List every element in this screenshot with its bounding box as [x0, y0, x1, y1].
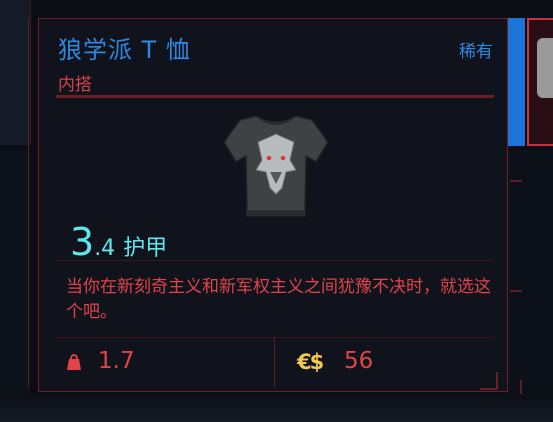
inventory-slot-adjacent[interactable] [527, 18, 553, 146]
decor-tick [510, 290, 522, 292]
armor-stat: 3.4 护甲 [70, 220, 167, 264]
background-left-panel [0, 0, 31, 145]
footer-separator [274, 337, 275, 387]
item-price: 56 [344, 348, 374, 374]
tooltip-frame-line [28, 18, 29, 388]
title-divider [56, 95, 494, 98]
item-thumbnail [537, 38, 553, 98]
armor-value-int: 3 [70, 220, 95, 264]
background-left-lower [0, 150, 30, 422]
item-type: 内搭 [58, 75, 92, 95]
background-bottom-strip [0, 395, 553, 422]
item-rarity: 稀有 [459, 42, 493, 62]
armor-label: 护甲 [123, 236, 168, 261]
decor-tick [510, 180, 522, 182]
eurodollar-icon: €$ [297, 350, 324, 374]
tooltip-corner-notch [480, 372, 498, 390]
item-weight: 1.7 [98, 348, 135, 374]
decor-tick [520, 380, 522, 394]
footer-divider [56, 337, 494, 338]
background-right-lower [505, 150, 553, 395]
item-title: 狼学派 T 恤 [58, 36, 191, 64]
tshirt-icon [223, 115, 329, 217]
item-description: 当你在新刻奇主义和新军权主义之间犹豫不决时，就选这个吧。 [66, 277, 491, 322]
stat-divider [56, 260, 494, 261]
armor-value-dec: .4 [94, 236, 116, 261]
weight-bag-icon [67, 354, 81, 370]
